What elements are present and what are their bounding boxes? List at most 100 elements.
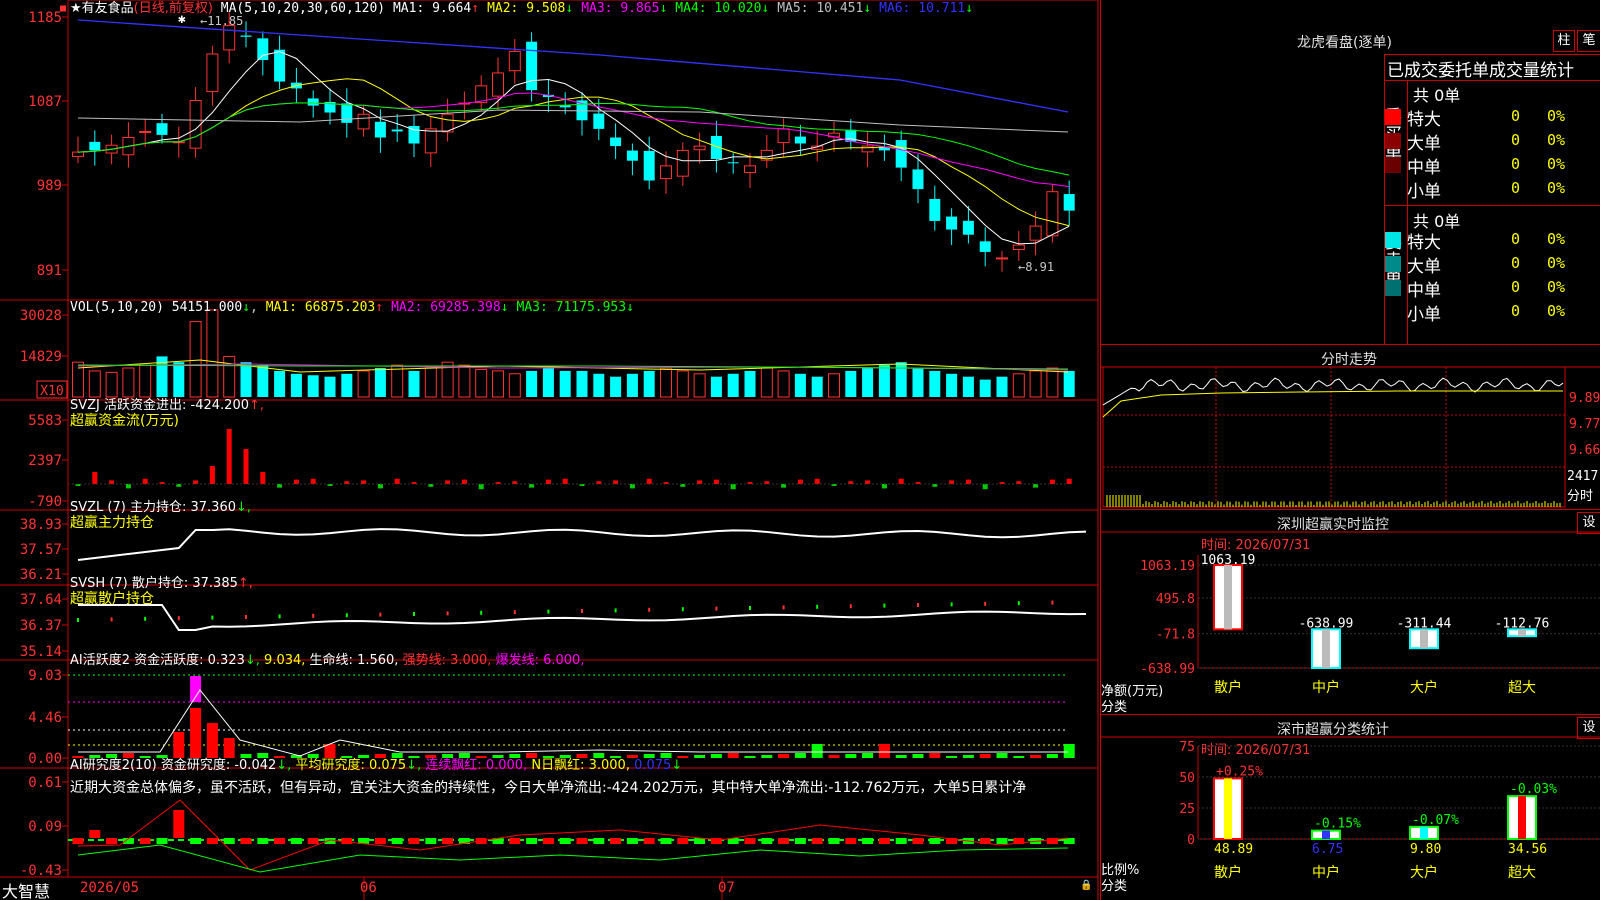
vol-value: 54151.000 bbox=[171, 300, 243, 315]
vol-bar bbox=[744, 370, 756, 397]
order-size-swatch bbox=[1385, 157, 1401, 173]
vol-bar bbox=[760, 367, 773, 398]
vol-y-0: 30028 bbox=[20, 308, 62, 324]
ai1-bar bbox=[794, 753, 806, 758]
candle-body bbox=[610, 137, 622, 147]
ai1-y-2: 0.00 bbox=[28, 751, 62, 767]
ai2-avg-arrow: ↓, bbox=[406, 758, 422, 773]
svsh-arrow: ↑, bbox=[237, 576, 253, 591]
bar-mode-button[interactable]: 柱 bbox=[1553, 30, 1575, 52]
vol-y-1: 14829 bbox=[20, 349, 62, 365]
candle-body bbox=[643, 150, 655, 181]
vol-bar bbox=[391, 364, 404, 398]
vol-bar bbox=[912, 368, 924, 397]
candle-body bbox=[979, 241, 991, 252]
svzj-bar bbox=[1049, 479, 1055, 484]
cls-val-2: 9.80 bbox=[1410, 842, 1441, 857]
intraday-y-2: 9.66 bbox=[1569, 443, 1600, 458]
intraday-chart[interactable] bbox=[1101, 345, 1600, 510]
ai2-bar bbox=[660, 838, 672, 844]
ai1-bar bbox=[862, 753, 874, 758]
ai2-bar bbox=[694, 838, 706, 844]
vol-bar bbox=[828, 373, 840, 398]
ai1-bar bbox=[895, 755, 907, 758]
order-size-pct: 0% bbox=[1547, 131, 1566, 149]
mon-bar-shade bbox=[1224, 565, 1232, 630]
order-size-label: 大单 bbox=[1407, 257, 1441, 277]
tick-mode-button[interactable]: 笔 bbox=[1577, 30, 1600, 52]
vol-bar bbox=[542, 368, 554, 397]
intraday-y-1: 9.77 bbox=[1569, 417, 1600, 432]
intra-frame bbox=[1102, 366, 1566, 508]
candle-body bbox=[257, 38, 269, 61]
vol-panel-header: VOL(5,10,20) 54151.000↓, MA1: 66875.203↑… bbox=[70, 300, 642, 316]
svzj-bar bbox=[814, 478, 820, 484]
ma-value-1: MA1: 66875.203↑ bbox=[265, 300, 384, 315]
ma-line-4 bbox=[77, 102, 1070, 176]
ai1-bar bbox=[324, 744, 336, 758]
svzj-bar bbox=[881, 484, 887, 489]
cls-cat-2: 大户 bbox=[1410, 864, 1438, 881]
vol-bar bbox=[206, 309, 219, 398]
ai1-bar bbox=[878, 744, 890, 758]
candle-body bbox=[274, 49, 286, 82]
cls-bar-core bbox=[1224, 778, 1232, 839]
vol-bar bbox=[794, 373, 806, 397]
order-size-pct: 0% bbox=[1547, 254, 1566, 272]
order-size-count: 0 bbox=[1511, 179, 1521, 197]
lock-icon[interactable]: 🔒 bbox=[1080, 880, 1092, 891]
mon-y-3: -638.99 bbox=[1140, 662, 1195, 677]
ai1-bar bbox=[778, 754, 790, 758]
vol-bar bbox=[593, 373, 605, 397]
candle-body bbox=[660, 165, 672, 180]
ai1-bar bbox=[1046, 754, 1058, 758]
order-size-count: 0 bbox=[1511, 230, 1521, 248]
cls-y-0: 75 bbox=[1179, 740, 1195, 755]
monitor-chart: 1063.19 495.8 -71.8 -638.99 1063.19 散户 -638.99… bbox=[1101, 531, 1600, 696]
stock-name[interactable]: ★有友食品 bbox=[70, 1, 134, 16]
vol-bar bbox=[996, 376, 1008, 397]
price-corner-marker: ■ bbox=[60, 3, 67, 14]
vol-bar bbox=[710, 376, 722, 397]
candle-body bbox=[794, 136, 806, 144]
ai2-bar bbox=[912, 838, 924, 844]
price-y-1: 1087 bbox=[28, 94, 62, 110]
ma-arrow: ↓ bbox=[565, 1, 574, 16]
monitor-xlabel: 分类 bbox=[1101, 700, 1128, 715]
ai1-y-0: 9.03 bbox=[28, 668, 62, 684]
ai1-arrow: ↓, bbox=[244, 653, 260, 668]
ai2-bar bbox=[374, 838, 386, 844]
date-label-jun: 06 bbox=[360, 880, 377, 896]
vol-bar bbox=[290, 373, 302, 397]
candle-body bbox=[189, 99, 202, 149]
ai1-bar bbox=[744, 756, 756, 758]
svzj-bar bbox=[797, 479, 803, 484]
ai1-bar bbox=[811, 744, 823, 758]
candle-body bbox=[72, 151, 84, 157]
vol-bar bbox=[1029, 370, 1042, 398]
svzj-bar bbox=[125, 484, 131, 489]
ai1-bar bbox=[223, 738, 235, 758]
order-size-swatch bbox=[1385, 232, 1401, 248]
ma-params: MA(5,10,20,30,60,120) bbox=[220, 1, 386, 16]
order-size-count: 0 bbox=[1511, 254, 1521, 272]
vol-bar bbox=[643, 370, 655, 397]
svzj-bar bbox=[92, 472, 98, 484]
svzj-bar bbox=[461, 479, 467, 484]
volume-bars bbox=[72, 309, 1075, 398]
svzj-bar bbox=[377, 484, 383, 489]
intraday-panel[interactable]: 分时走势 9.89 9.77 9.66 2417 分时 bbox=[1100, 345, 1600, 510]
cls-y-3: 0 bbox=[1187, 833, 1195, 848]
order-size-count: 0 bbox=[1511, 107, 1521, 125]
ai2-bar bbox=[593, 838, 605, 844]
svzj-bar bbox=[713, 479, 719, 484]
ai2-bar bbox=[509, 838, 521, 844]
vol-bar bbox=[492, 370, 504, 398]
ai1-bar bbox=[845, 754, 857, 758]
svzl-label: SVZL (7) 主力持仓: bbox=[70, 500, 187, 515]
vol-ma-values: MA1: 66875.203↑ MA2: 69285.398↓ MA3: 71175… bbox=[266, 300, 642, 315]
ma-arrow: ↓ bbox=[500, 300, 509, 315]
svzj-subtitle: 超赢资金流(万元) bbox=[70, 413, 179, 429]
ai2-bar bbox=[778, 838, 790, 844]
vol-bar bbox=[189, 321, 202, 398]
